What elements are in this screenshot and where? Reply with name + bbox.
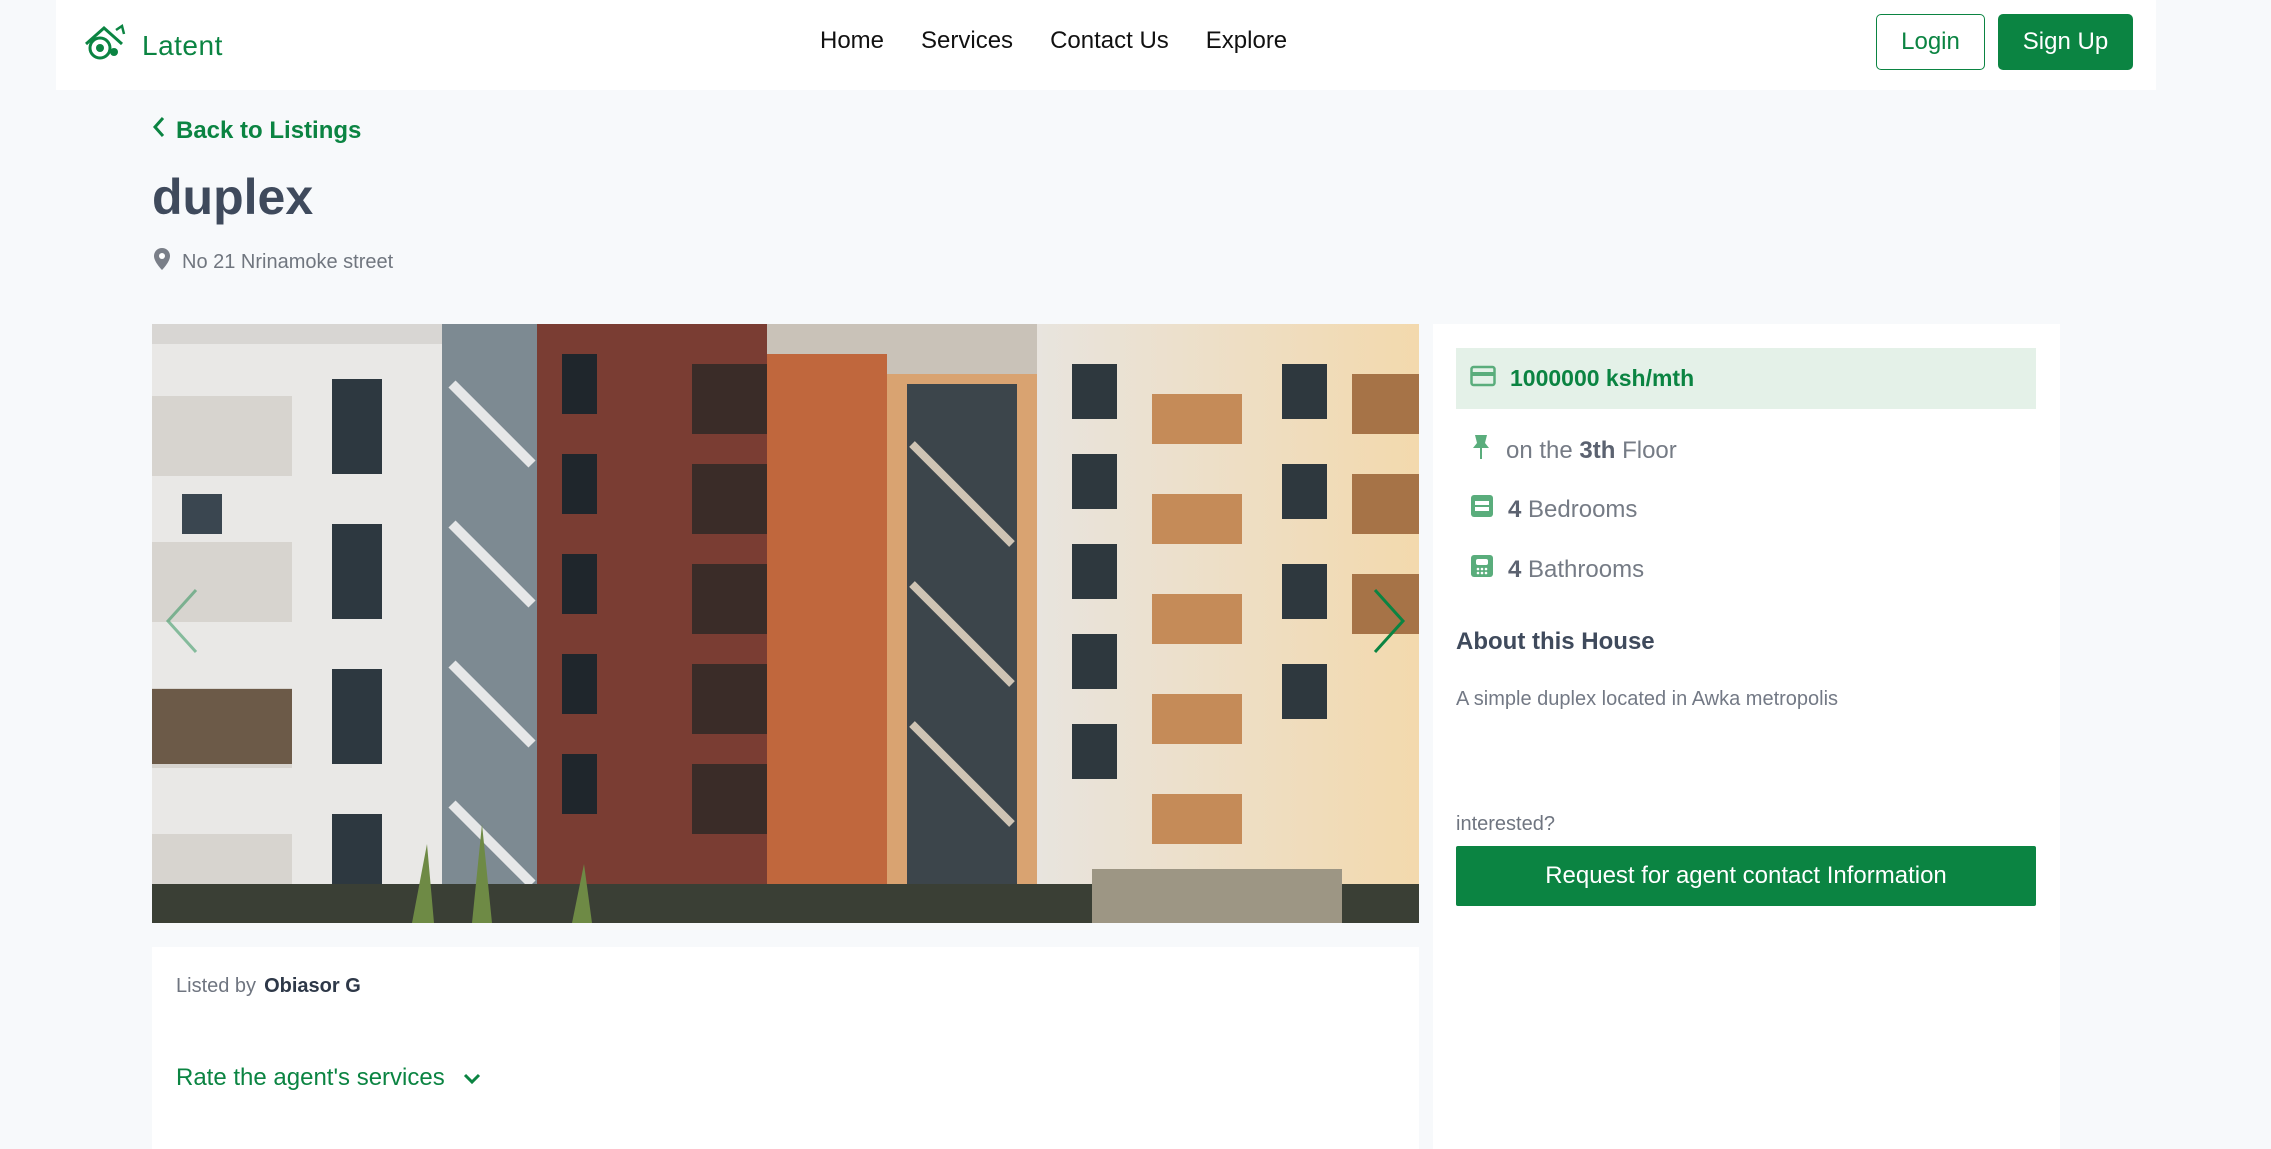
floor-prefix: on the [1506, 436, 1573, 464]
bedrooms-count: 4 [1508, 495, 1522, 523]
bath-icon [1470, 554, 1494, 585]
floor-value: 3th [1579, 436, 1616, 464]
about-text: A simple duplex located in Awka metropol… [1456, 688, 1839, 710]
bathrooms-count: 4 [1508, 555, 1522, 583]
chevron-left-icon [152, 116, 166, 145]
listing-details-panel: 1000000 ksh/mth on the 3th Floor 4 Bedro… [1433, 324, 2060, 1149]
agent-panel: Listed by Obiasor G Rate the agent's serv… [152, 947, 1419, 1149]
interested-label: interested? [1456, 813, 1555, 835]
carousel-prev-chevron-left-icon[interactable] [164, 586, 200, 661]
bed-icon [1470, 494, 1494, 525]
back-to-listings-link[interactable]: Back to Listings [152, 116, 361, 145]
back-label: Back to Listings [176, 116, 362, 144]
signup-button[interactable]: Sign Up [1998, 14, 2133, 70]
bathrooms-label: Bathrooms [1528, 555, 1645, 583]
credit-card-icon [1470, 365, 1496, 392]
about-title: About this House [1456, 628, 1655, 655]
listing-address: No 21 Nrinamoke street [154, 248, 393, 276]
nav-link-contact-us[interactable]: Contact Us [1050, 27, 1169, 55]
nav-link-services[interactable]: Services [921, 27, 1013, 55]
chevron-down-icon [463, 1064, 481, 1092]
brand-name: Latent [142, 29, 223, 61]
navbar: Latent Home Services Contact Us Explore … [56, 0, 2156, 90]
photo-carousel[interactable] [152, 324, 1419, 923]
nav-link-home[interactable]: Home [820, 27, 884, 55]
price-bar: 1000000 ksh/mth [1456, 348, 2036, 409]
listed-by: Listed by Obiasor G [176, 975, 361, 998]
carousel-next-chevron-right-icon[interactable] [1371, 586, 1407, 661]
address-text: No 21 Nrinamoke street [182, 250, 394, 273]
pushpin-icon [1470, 434, 1492, 467]
listing-photo [152, 324, 1419, 923]
main-nav: Home Services Contact Us Explore [820, 27, 1287, 55]
floor-suffix: Floor [1622, 436, 1677, 464]
agent-name[interactable]: Obiasor G [264, 975, 361, 997]
bedrooms-label: Bedrooms [1528, 495, 1638, 523]
bathrooms-info: 4 Bathrooms [1470, 554, 1644, 585]
bedrooms-info: 4 Bedrooms [1470, 494, 1637, 525]
price: 1000000 ksh/mth [1510, 365, 1695, 391]
page-title: duplex [152, 169, 314, 225]
floor-info: on the 3th Floor [1470, 434, 1677, 467]
brand-logo[interactable]: Latent [82, 22, 223, 69]
login-button[interactable]: Login [1876, 14, 1985, 70]
rate-agent-label: Rate the agent's services [176, 1064, 445, 1091]
request-agent-contact-button[interactable]: Request for agent contact Information [1456, 846, 2036, 906]
nav-link-explore[interactable]: Explore [1206, 27, 1287, 55]
map-pin-icon [154, 248, 170, 276]
listed-by-label: Listed by [176, 975, 257, 997]
house-logo-icon [82, 22, 128, 69]
rate-agent-toggle[interactable]: Rate the agent's services [176, 1064, 481, 1092]
